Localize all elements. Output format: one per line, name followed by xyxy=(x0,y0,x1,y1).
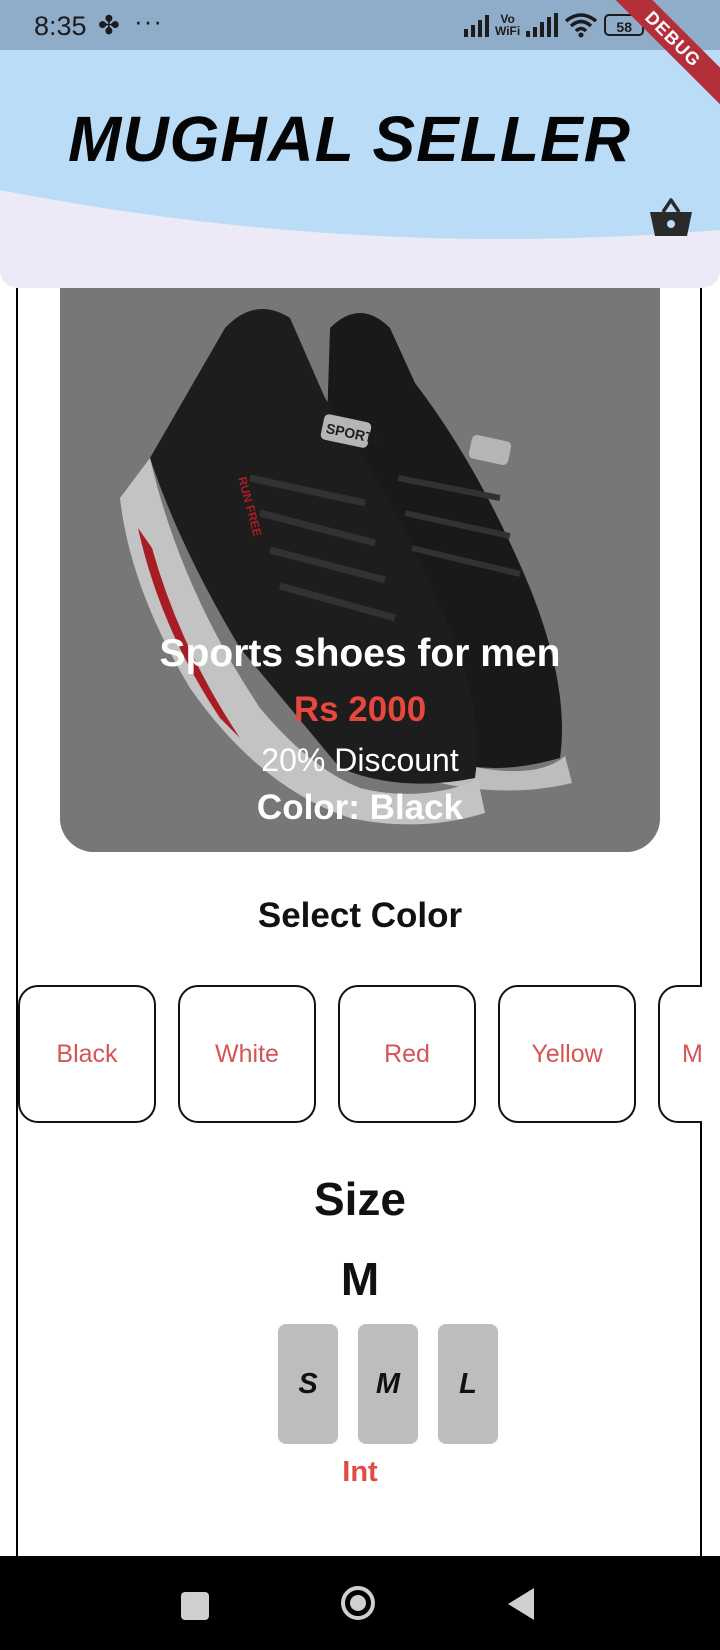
vowifi-icon: Vo WiFi xyxy=(495,12,521,38)
color-option-black[interactable]: Black xyxy=(18,985,156,1123)
status-bar: 8:35 ✤ ··· Vo WiFi 58 xyxy=(0,0,720,50)
signal-icon xyxy=(464,13,489,37)
product-discount: 20% Discount xyxy=(261,742,459,778)
home-circle-icon[interactable] xyxy=(341,1586,375,1620)
product-color: Color: Black xyxy=(256,788,464,827)
pinwheel-icon: ✤ xyxy=(98,10,120,40)
color-options-row[interactable]: Black White Red Yellow M xyxy=(18,985,702,1125)
size-button-s[interactable]: S xyxy=(278,1324,338,1444)
signal-icon-2 xyxy=(526,13,559,37)
size-unit-label: Int xyxy=(342,1456,378,1488)
color-option-partial[interactable]: M xyxy=(658,985,702,1123)
app-title: MUGHAL SELLER xyxy=(68,103,631,175)
wifi-icon xyxy=(565,13,598,38)
recents-square-icon[interactable] xyxy=(181,1592,209,1620)
status-icons: Vo WiFi 58 xyxy=(464,10,645,40)
size-button-l[interactable]: L xyxy=(438,1324,498,1444)
basket-icon[interactable] xyxy=(648,196,694,238)
size-button-m[interactable]: M xyxy=(358,1324,418,1444)
more-notifications-icon: ··· xyxy=(134,6,163,36)
back-triangle-icon[interactable] xyxy=(508,1588,534,1620)
selected-size: M xyxy=(340,1253,380,1305)
system-nav-bar xyxy=(0,1556,720,1650)
color-option-yellow[interactable]: Yellow xyxy=(498,985,636,1123)
size-heading: Size xyxy=(313,1173,407,1225)
color-option-red[interactable]: Red xyxy=(338,985,476,1123)
app-header: MUGHAL SELLER xyxy=(0,50,720,288)
product-name: Sports shoes for men xyxy=(159,632,561,675)
select-color-heading: Select Color xyxy=(257,896,463,935)
product-price: Rs 2000 xyxy=(293,690,427,729)
status-time: 8:35 xyxy=(34,11,87,41)
color-option-white[interactable]: White xyxy=(178,985,316,1123)
